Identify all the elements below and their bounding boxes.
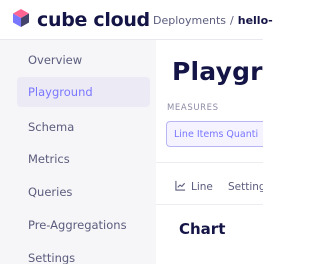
logo[interactable]: cube cloud (11, 9, 150, 31)
sidebar-item-schema[interactable]: Schema (17, 112, 150, 142)
line-chart-icon (175, 180, 191, 194)
breadcrumb-deployments[interactable]: Deployments (153, 14, 226, 27)
chart-card-title: Chart (179, 220, 226, 238)
chart-type-selector[interactable]: Line (175, 180, 213, 194)
chart-type-label: Line (191, 181, 213, 193)
breadcrumb: Deployments / hello- (153, 14, 273, 27)
breadcrumb-current[interactable]: hello- (238, 14, 273, 27)
top-bar: cube cloud Deployments / hello- (0, 0, 273, 40)
logo-text: cube cloud (37, 9, 150, 31)
sidebar-item-metrics[interactable]: Metrics (17, 144, 150, 174)
sidebar-item-playground[interactable]: Playground (17, 77, 150, 107)
cube-logo-icon (11, 8, 31, 32)
measure-pill[interactable]: Line Items Quanti (166, 121, 263, 147)
sidebar-item-pre-aggregations[interactable]: Pre-Aggregations (17, 210, 150, 240)
measures-label: MEASURES (167, 103, 219, 113)
page-title: Playgro (172, 57, 263, 86)
chart-divider (156, 204, 263, 205)
breadcrumb-separator: / (230, 14, 234, 27)
sidebar-item-settings[interactable]: Settings (17, 243, 150, 264)
divider (156, 162, 263, 163)
settings-tab[interactable]: Settings (228, 180, 263, 194)
sidebar-item-overview[interactable]: Overview (17, 45, 150, 75)
playground-panel: Playgro MEASURES Line Items Quanti Line … (156, 40, 263, 264)
sidebar: Overview Playground Schema Metrics Queri… (0, 40, 156, 264)
sidebar-item-queries[interactable]: Queries (17, 177, 150, 207)
